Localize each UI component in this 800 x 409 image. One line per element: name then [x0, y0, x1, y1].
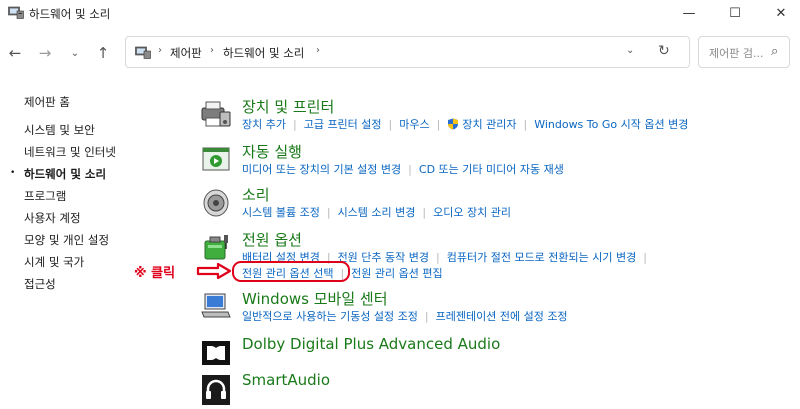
chevron-right-icon[interactable]: › [210, 45, 214, 56]
power-button-link[interactable]: 전원 단추 동작 변경 [338, 249, 429, 265]
control-panel-icon [8, 6, 24, 19]
advanced-printer-link[interactable]: 고급 프린터 설정 [304, 116, 382, 132]
dolby-icon [202, 341, 230, 365]
arrow-right-icon [196, 263, 232, 279]
search-icon[interactable]: ⌕ [771, 44, 778, 59]
title-bar: 하드웨어 및 소리 — ☐ ✕ [0, 0, 800, 26]
laptop-icon [201, 293, 231, 318]
chevron-right-icon[interactable]: › [316, 45, 320, 56]
sidebar-item-hardware-sound[interactable]: 하드웨어 및 소리 [24, 166, 106, 182]
navigation-bar: ← → ⌄ ↑ › 제어판 › 하드웨어 및 소리 › ⌄ ↻ 제어판 검...… [0, 34, 800, 72]
system-volume-link[interactable]: 시스템 볼륨 조정 [242, 204, 320, 220]
search-box[interactable]: 제어판 검... ⌕ [698, 36, 790, 68]
speaker-icon [203, 189, 229, 217]
sidebar-item-system-security[interactable]: 시스템 및 보안 [24, 122, 95, 138]
current-bullet: • [10, 168, 16, 178]
link-row: 시스템 볼륨 조정 | 시스템 소리 변경 | 오디오 장치 관리 [242, 204, 511, 220]
mouse-link[interactable]: 마우스 [399, 116, 429, 132]
cd-autoplay-link[interactable]: CD 또는 기타 미디어 자동 재생 [419, 161, 564, 177]
category-title[interactable]: Dolby Digital Plus Advanced Audio [242, 335, 500, 353]
close-button[interactable]: ✕ [758, 0, 800, 26]
link-row: 미디어 또는 장치의 기본 설정 변경 | CD 또는 기타 미디어 자동 재생 [242, 161, 564, 177]
refresh-icon[interactable]: ↻ [658, 43, 670, 59]
power-battery-icon [204, 235, 228, 260]
add-device-link[interactable]: 장치 추가 [242, 116, 286, 132]
media-default-link[interactable]: 미디어 또는 장치의 기본 설정 변경 [242, 161, 401, 177]
sidebar-item-clock-region[interactable]: 시계 및 국가 [24, 254, 84, 270]
sidebar-item-accessibility[interactable]: 접근성 [24, 276, 56, 292]
sleep-timing-link[interactable]: 컴퓨터가 절전 모드로 전환되는 시기 변경 [447, 249, 637, 265]
uac-shield-icon [448, 118, 459, 130]
device-manager-link[interactable]: 장치 관리자 [462, 116, 516, 132]
click-annotation: ※ 클릭 [134, 266, 176, 281]
back-button[interactable]: ← [4, 42, 26, 64]
recent-locations-button[interactable]: ⌄ [64, 42, 86, 64]
sidebar-item-network[interactable]: 네트워크 및 인터넷 [24, 144, 116, 160]
search-placeholder: 제어판 검... [709, 47, 764, 60]
headphones-icon [202, 375, 230, 405]
category-title[interactable]: 자동 실행 [242, 141, 302, 162]
up-button[interactable]: ↑ [92, 42, 114, 64]
presentation-settings-link[interactable]: 프레젠테이션 전에 설정 조정 [436, 308, 568, 324]
chevron-right-icon[interactable]: › [158, 45, 162, 56]
mobility-settings-link[interactable]: 일반적으로 사용하는 기동성 설정 조정 [242, 308, 418, 324]
category-title[interactable]: 소리 [242, 184, 270, 205]
highlight-ellipse [232, 261, 350, 282]
sidebar-item-programs[interactable]: 프로그램 [24, 188, 66, 204]
sidebar-item-user-accounts[interactable]: 사용자 계정 [24, 210, 81, 226]
category-title[interactable]: SmartAudio [242, 371, 330, 389]
system-sounds-link[interactable]: 시스템 소리 변경 [338, 204, 416, 220]
category-title[interactable]: 전원 옵션 [242, 229, 302, 250]
category-title[interactable]: Windows 모바일 센터 [242, 288, 388, 309]
edit-power-plan-link[interactable]: 전원 관리 옵션 편집 [351, 265, 442, 281]
link-row: 일반적으로 사용하는 기동성 설정 조정 | 프레젠테이션 전에 설정 조정 [242, 308, 568, 324]
forward-button[interactable]: → [34, 42, 56, 64]
printer-icon [201, 101, 231, 127]
window-title: 하드웨어 및 소리 [29, 7, 111, 21]
category-title[interactable]: 장치 및 프린터 [242, 96, 334, 117]
sidebar-item-home[interactable]: 제어판 홈 [24, 94, 70, 110]
breadcrumb-control-panel[interactable]: 제어판 [170, 45, 202, 61]
minimize-button[interactable]: — [666, 0, 712, 26]
link-row: 장치 추가 | 고급 프린터 설정 | 마우스 | 장치 관리자 | Windo… [242, 116, 689, 132]
sidebar-item-appearance[interactable]: 모양 및 개인 설정 [24, 232, 109, 248]
breadcrumb-hardware-sound[interactable]: 하드웨어 및 소리 [223, 45, 304, 61]
audio-devices-link[interactable]: 오디오 장치 관리 [433, 204, 511, 220]
maximize-button[interactable]: ☐ [712, 0, 758, 26]
autoplay-icon [202, 147, 230, 171]
address-bar[interactable]: › 제어판 › 하드웨어 및 소리 › ⌄ ↻ [125, 36, 690, 68]
control-panel-icon [135, 46, 151, 59]
chevron-down-icon[interactable]: ⌄ [626, 45, 634, 56]
windows-to-go-link[interactable]: Windows To Go 시작 옵션 변경 [534, 116, 688, 132]
